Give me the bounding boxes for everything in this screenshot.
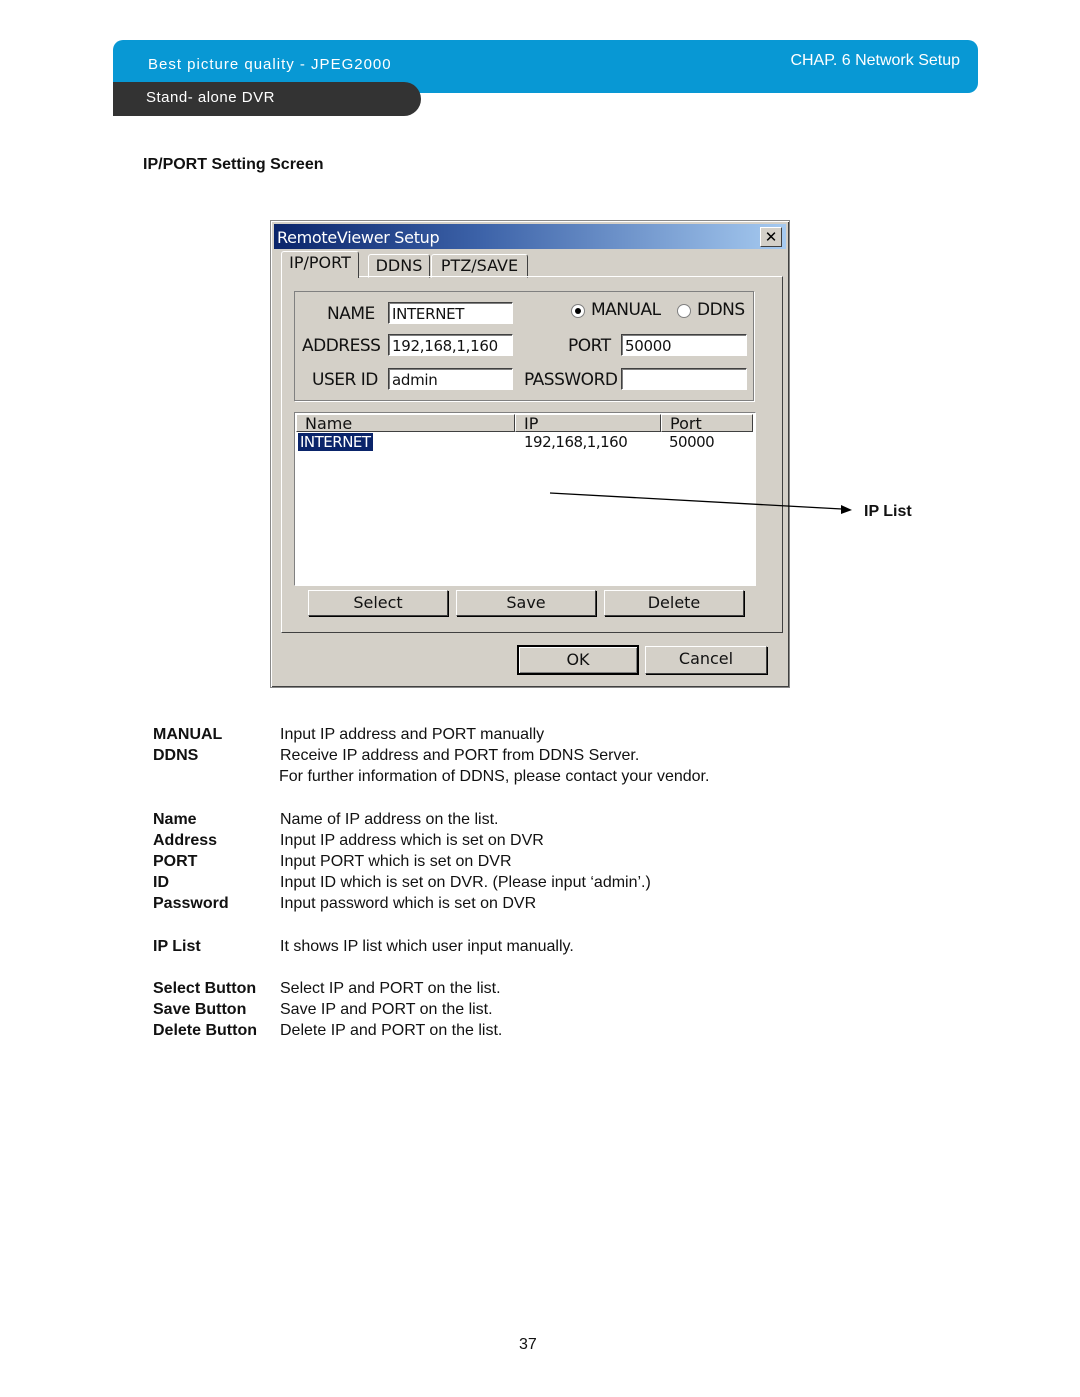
callout-label: IP List bbox=[864, 503, 912, 520]
arrowhead-icon bbox=[841, 505, 852, 514]
definition: Input PORT which is set on DVR bbox=[280, 853, 512, 870]
page-number: 37 bbox=[519, 1336, 537, 1353]
term: Name bbox=[153, 811, 197, 828]
definition: Input ID which is set on DVR. (Please in… bbox=[280, 874, 651, 891]
term: Save Button bbox=[153, 1001, 247, 1018]
definition: Receive IP address and PORT from DDNS Se… bbox=[280, 747, 640, 764]
definition: For further information of DDNS, please … bbox=[279, 768, 710, 785]
term: IP List bbox=[153, 938, 201, 955]
definition: Select IP and PORT on the list. bbox=[280, 980, 501, 997]
definition: Input IP address which is set on DVR bbox=[280, 832, 544, 849]
term: PORT bbox=[153, 853, 198, 870]
callout-arrow bbox=[549, 492, 852, 514]
definition: Input IP address and PORT manually bbox=[280, 726, 545, 743]
definition: Name of IP address on the list. bbox=[280, 811, 499, 828]
term: Select Button bbox=[153, 980, 257, 997]
tab-label: IP/PORT bbox=[289, 253, 351, 272]
term: Delete Button bbox=[153, 1022, 257, 1039]
term: MANUAL bbox=[153, 726, 223, 743]
definition: Input password which is set on DVR bbox=[280, 895, 537, 912]
tab-ip-port[interactable]: IP/PORT bbox=[281, 251, 359, 278]
term: DDNS bbox=[153, 747, 199, 764]
definition: It shows IP list which user input manual… bbox=[280, 938, 574, 955]
cancel-button[interactable]: Cancel bbox=[645, 646, 767, 674]
term: Password bbox=[153, 895, 229, 912]
term: ID bbox=[153, 874, 169, 891]
definition: Save IP and PORT on the list. bbox=[280, 1001, 493, 1018]
callout-line bbox=[549, 492, 843, 510]
definition: Delete IP and PORT on the list. bbox=[280, 1022, 503, 1039]
term: Address bbox=[153, 832, 218, 849]
ok-button[interactable]: OK bbox=[517, 645, 639, 675]
